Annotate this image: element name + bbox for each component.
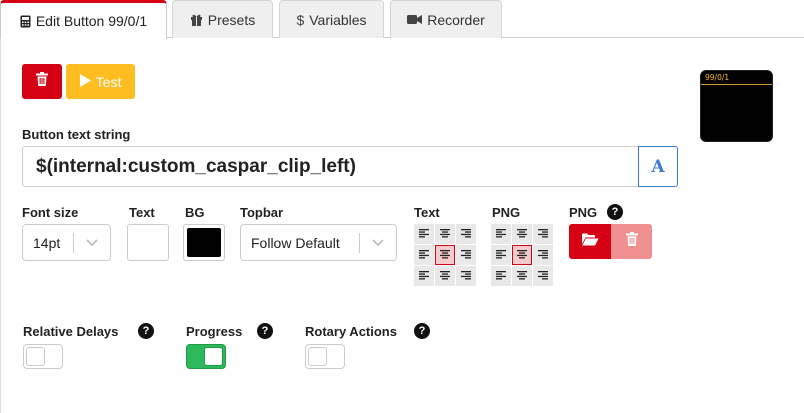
tab-label: Variables <box>309 11 367 28</box>
relative-delays-help-icon[interactable]: ? <box>138 323 154 339</box>
relative-delays-toggle[interactable] <box>23 344 63 369</box>
align-top-right-cell[interactable] <box>456 224 476 244</box>
font-size-value: 14pt <box>33 234 61 251</box>
align-center-right-cell[interactable] <box>456 245 476 265</box>
align-center-icon <box>517 246 527 264</box>
align-top-left-cell[interactable] <box>414 224 434 244</box>
text-color-fill <box>131 228 165 257</box>
progress-label: Progress <box>186 324 243 339</box>
text-string-label: Button text string <box>22 127 131 142</box>
align-bottom-left-cell[interactable] <box>491 266 511 286</box>
trash-icon <box>625 232 638 251</box>
align-center-left-cell[interactable] <box>491 245 511 265</box>
png-open-button[interactable] <box>569 224 611 259</box>
topbar-value: Follow Default <box>251 234 340 251</box>
align-bottom-center-cell[interactable] <box>512 266 532 286</box>
delete-button[interactable] <box>22 64 62 99</box>
png-alignment-grid <box>491 224 553 286</box>
tab-label: Recorder <box>427 11 485 28</box>
png-label: PNG <box>569 205 598 220</box>
toggle-knob <box>308 347 327 366</box>
button-preview: 99/0/1 <box>700 70 773 142</box>
png-help-icon[interactable]: ? <box>607 204 623 220</box>
align-center-center-cell[interactable] <box>435 245 455 265</box>
align-left-icon <box>419 267 429 285</box>
rotary-actions-help-icon[interactable]: ? <box>414 323 430 339</box>
align-bottom-right-cell[interactable] <box>456 266 476 286</box>
align-left-icon <box>496 267 506 285</box>
tab-edit-button[interactable]: Edit Button 99/0/1 <box>0 0 167 39</box>
topbar-select[interactable]: Follow Default <box>240 224 397 261</box>
tab-label: Presets <box>207 11 256 28</box>
trash-icon <box>36 72 48 91</box>
bg-color-label: BG <box>185 205 205 220</box>
align-center-icon <box>440 246 450 264</box>
tab-presets[interactable]: Presets <box>172 0 273 38</box>
preview-topbar: 99/0/1 <box>701 71 772 85</box>
align-bottom-right-cell[interactable] <box>533 266 553 286</box>
align-left-icon <box>419 225 429 243</box>
gift-icon <box>190 13 203 26</box>
text-string-input[interactable]: $(internal:custom_caspar_clip_left) <box>22 146 639 187</box>
font-icon: A <box>651 156 665 177</box>
align-center-icon <box>440 225 450 243</box>
play-icon <box>79 73 91 90</box>
toggle-knob <box>26 347 45 366</box>
folder-open-icon <box>581 233 599 251</box>
topbar-label: Topbar <box>240 205 284 220</box>
align-left-icon <box>419 246 429 264</box>
text-alignment-grid <box>414 224 476 286</box>
font-picker-button[interactable]: A <box>638 146 678 187</box>
tab-recorder[interactable]: Recorder <box>390 0 502 38</box>
align-center-icon <box>440 267 450 285</box>
align-center-center-cell[interactable] <box>512 245 532 265</box>
align-bottom-left-cell[interactable] <box>414 266 434 286</box>
calculator-icon <box>20 15 31 28</box>
video-camera-icon <box>407 14 423 25</box>
align-top-right-cell[interactable] <box>533 224 553 244</box>
relative-delays-label: Relative Delays <box>23 324 119 339</box>
align-top-center-cell[interactable] <box>512 224 532 244</box>
progress-toggle[interactable] <box>186 344 226 369</box>
rotary-actions-label: Rotary Actions <box>305 324 397 339</box>
chevron-down-icon <box>74 238 110 247</box>
toggle-knob <box>204 347 223 366</box>
tab-label: Edit Button 99/0/1 <box>35 13 148 29</box>
panel-border <box>0 38 1 413</box>
align-center-icon <box>517 267 527 285</box>
dollar-icon: $ <box>296 11 305 28</box>
png-delete-button[interactable] <box>611 224 652 259</box>
text-color-swatch[interactable] <box>127 224 169 261</box>
align-center-left-cell[interactable] <box>414 245 434 265</box>
align-center-right-cell[interactable] <box>533 245 553 265</box>
align-right-icon <box>538 267 548 285</box>
align-right-icon <box>461 246 471 264</box>
bg-color-fill <box>187 228 221 257</box>
tab-bar: Edit Button 99/0/1 Presets $ Variables R… <box>0 0 804 39</box>
align-left-icon <box>496 225 506 243</box>
rotary-actions-toggle[interactable] <box>305 344 345 369</box>
font-size-select[interactable]: 14pt <box>22 224 111 261</box>
align-bottom-center-cell[interactable] <box>435 266 455 286</box>
tab-variables[interactable]: $ Variables <box>279 0 384 38</box>
test-button-label: Test <box>95 73 122 90</box>
align-top-center-cell[interactable] <box>435 224 455 244</box>
align-right-icon <box>538 225 548 243</box>
png-alignment-label: PNG <box>492 205 521 220</box>
align-top-left-cell[interactable] <box>491 224 511 244</box>
text-alignment-label: Text <box>414 205 440 220</box>
align-right-icon <box>461 267 471 285</box>
text-color-label: Text <box>129 205 155 220</box>
chevron-down-icon <box>360 238 396 247</box>
align-right-icon <box>538 246 548 264</box>
align-right-icon <box>461 225 471 243</box>
progress-help-icon[interactable]: ? <box>257 323 273 339</box>
bg-color-swatch[interactable] <box>183 224 225 261</box>
align-left-icon <box>496 246 506 264</box>
font-size-label: Font size <box>22 205 79 220</box>
align-center-icon <box>517 225 527 243</box>
test-button[interactable]: Test <box>66 64 135 99</box>
